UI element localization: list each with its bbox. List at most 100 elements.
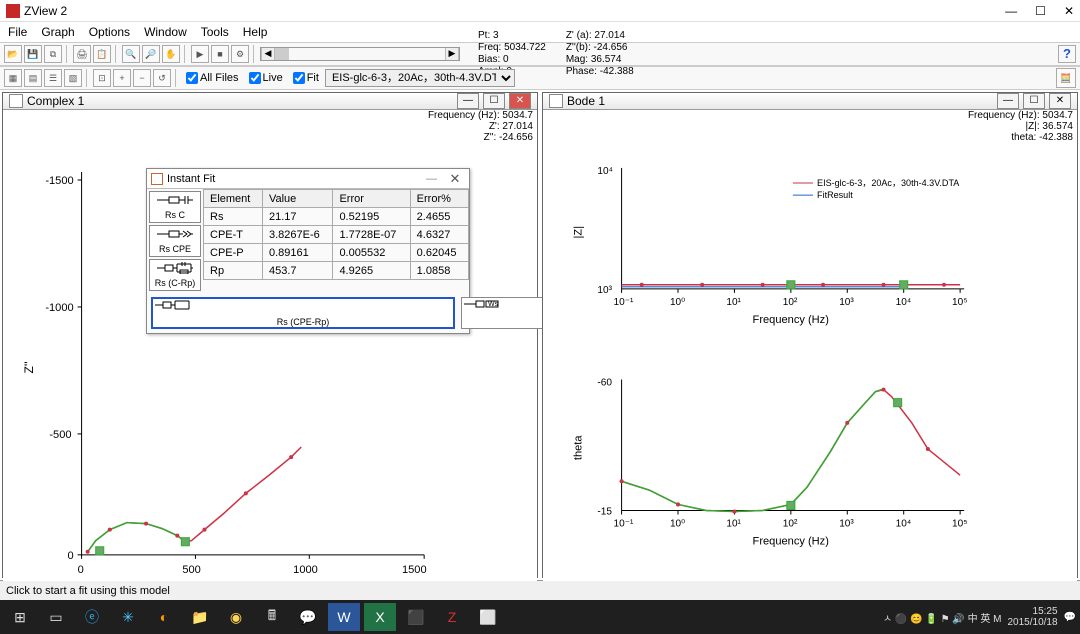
bode-readout: Frequency (Hz): 5034.7 |Z|: 36.574 theta… [968,110,1073,143]
zoom-reset-icon[interactable]: ↺ [153,69,171,87]
zoom-minus-icon[interactable]: − [133,69,151,87]
instantfit-close-x[interactable]: ✕ [445,171,465,187]
complex-window: Complex 1 — ☐ ✕ Frequency (Hz): 5034.7 Z… [2,92,538,578]
statusbar: Click to start a fit using this model [0,580,1080,600]
zoomout-icon[interactable]: 🔎 [142,45,160,63]
window-icon [549,94,563,108]
menu-graph[interactable]: Graph [41,25,74,39]
app-icon-3[interactable]: ◉ [220,603,252,631]
svg-text:10²: 10² [783,519,798,530]
table-row: CPE-P0.891610.0055320.62045 [204,244,469,262]
calc-icon[interactable]: 🧮 [1056,68,1076,88]
toolbar-row-1: 📂 💾 ⧉ 🖨 📋 🔍 🔎 ✋ ▶ ■ ⚙ ◀▶ Pt: 3 Freq: 503… [0,42,1080,66]
help-icon[interactable]: ? [1058,45,1076,63]
file-combo[interactable]: EIS-glc-6-3，20Ac，30th-4.3V.DTA [325,69,515,87]
bode-minimize[interactable]: — [997,93,1019,109]
print-icon[interactable]: 🖨 [73,45,91,63]
checkbox-allfiles[interactable]: All Files [186,72,239,84]
tool-icon[interactable]: ⚙ [231,45,249,63]
svg-text:500: 500 [182,564,200,576]
bode-window-title: Bode 1 [567,94,993,108]
instantfit-minimize[interactable]: — [426,173,437,185]
svg-text:10⁰: 10⁰ [670,297,685,308]
bode-charts: 10⁴ 10³ 10⁻¹10⁰10¹10²10³10⁴10⁵ Frequency… [543,110,1077,581]
info-freq: Freq: 5034.722 [478,42,546,54]
bode-close[interactable]: ✕ [1049,93,1071,109]
app-icon-4[interactable]: ⬛ [400,603,432,631]
svg-text:10³: 10³ [597,285,612,296]
chat-icon[interactable]: 💬 [292,603,324,631]
instant-fit-dialog[interactable]: Instant Fit — ✕ Rs C Rs CPE Rs (C-Rp) [146,168,470,334]
zoom-plus-icon[interactable]: + [113,69,131,87]
svg-text:10⁵: 10⁵ [952,519,967,530]
info-mag: Mag: 36.574 [566,54,634,66]
model-rs-c-rp[interactable]: Rs (C-Rp) [149,259,201,291]
complex-minimize[interactable]: — [457,93,479,109]
saveall-icon[interactable]: ⧉ [44,45,62,63]
notification-icon[interactable]: 💬 [1064,612,1076,623]
workspace: Complex 1 — ☐ ✕ Frequency (Hz): 5034.7 Z… [0,90,1080,580]
file-scrollbar[interactable]: ◀▶ [260,47,460,61]
menu-window[interactable]: Window [144,25,187,39]
start-button[interactable]: ⊞ [4,603,36,631]
svg-text:0: 0 [67,550,73,562]
checkbox-fit[interactable]: Fit [293,72,319,84]
svg-text:10²: 10² [783,297,798,308]
word-icon[interactable]: W [328,603,360,631]
bode-window: Bode 1 — ☐ ✕ Frequency (Hz): 5034.7 |Z|:… [542,92,1078,578]
copy-icon[interactable]: 📋 [93,45,111,63]
svg-text:10⁻¹: 10⁻¹ [614,297,635,308]
zview-task-icon[interactable]: Z [436,603,468,631]
svg-text:10⁴: 10⁴ [896,297,912,308]
maximize-button[interactable]: ☐ [1035,4,1046,18]
zoom-fit-icon[interactable]: ⊡ [93,69,111,87]
system-tray[interactable]: ㅅ ⚫ 😊 🔋 ⚑ 🔊 中 英 M 15:252015/10/18 💬 [883,606,1076,628]
calculator-icon[interactable]: 🖩 [256,603,288,631]
complex-close[interactable]: ✕ [509,93,531,109]
win-chart-icon[interactable]: ▧ [64,69,82,87]
hand-icon[interactable]: ✋ [162,45,180,63]
win-grid-icon[interactable]: ▦ [4,69,22,87]
stop-icon[interactable]: ■ [211,45,229,63]
win-table-icon[interactable]: ▤ [24,69,42,87]
complex-plot-area[interactable]: Frequency (Hz): 5034.7 Z': 27.014 Z'': -… [3,110,537,581]
svg-text:EIS-glc-6-3，20Ac，30th-4.3V.DTA: EIS-glc-6-3，20Ac，30th-4.3V.DTA [817,178,960,188]
info-zb: Z''(b): -24.656 [566,42,634,54]
save-icon[interactable]: 💾 [24,45,42,63]
checkbox-live[interactable]: Live [249,72,283,84]
menu-options[interactable]: Options [89,25,130,39]
excel-icon[interactable]: X [364,603,396,631]
windows-taskbar: ⊞ ▭ ⓔ ✳ ◐ 📁 ◉ 🖩 💬 W X ⬛ Z ⬜ ㅅ ⚫ 😊 🔋 ⚑ 🔊 … [0,600,1080,634]
taskview-icon[interactable]: ▭ [40,603,72,631]
svg-text:10³: 10³ [839,519,854,530]
bode-titlebar[interactable]: Bode 1 — ☐ ✕ [543,93,1077,110]
ie-icon[interactable]: ⓔ [76,603,108,631]
svg-text:theta: theta [572,435,584,460]
close-button[interactable]: ✕ [1064,4,1074,18]
bode-plot-area[interactable]: Frequency (Hz): 5034.7 |Z|: 36.574 theta… [543,110,1077,581]
svg-text:Frequency (Hz): Frequency (Hz) [753,536,829,548]
bode-maximize[interactable]: ☐ [1023,93,1045,109]
table-row: Rs21.170.521952.4655 [204,208,469,226]
svg-text:10¹: 10¹ [726,519,741,530]
win-list-icon[interactable]: ☰ [44,69,62,87]
open-icon[interactable]: 📂 [4,45,22,63]
complex-maximize[interactable]: ☐ [483,93,505,109]
explorer-icon[interactable]: 📁 [184,603,216,631]
app-icon-2[interactable]: ◐ [148,603,180,631]
model-rs-cpe-rp[interactable]: Rs (CPE-Rp) [151,297,455,329]
svg-text:-15: -15 [597,507,612,518]
minimize-button[interactable]: — [1005,4,1017,18]
instantfit-titlebar[interactable]: Instant Fit — ✕ [147,169,469,189]
complex-titlebar[interactable]: Complex 1 — ☐ ✕ [3,93,537,110]
menu-file[interactable]: File [8,25,27,39]
menu-help[interactable]: Help [243,25,268,39]
model-rs-cpe[interactable]: Rs CPE [149,225,201,257]
app-icon-5[interactable]: ⬜ [472,603,504,631]
zoomin-icon[interactable]: 🔍 [122,45,140,63]
model-rs-c[interactable]: Rs C [149,191,201,223]
menu-tools[interactable]: Tools [201,25,229,39]
info-pt: Pt: 3 [478,30,546,42]
run-icon[interactable]: ▶ [191,45,209,63]
app-icon-1[interactable]: ✳ [112,603,144,631]
